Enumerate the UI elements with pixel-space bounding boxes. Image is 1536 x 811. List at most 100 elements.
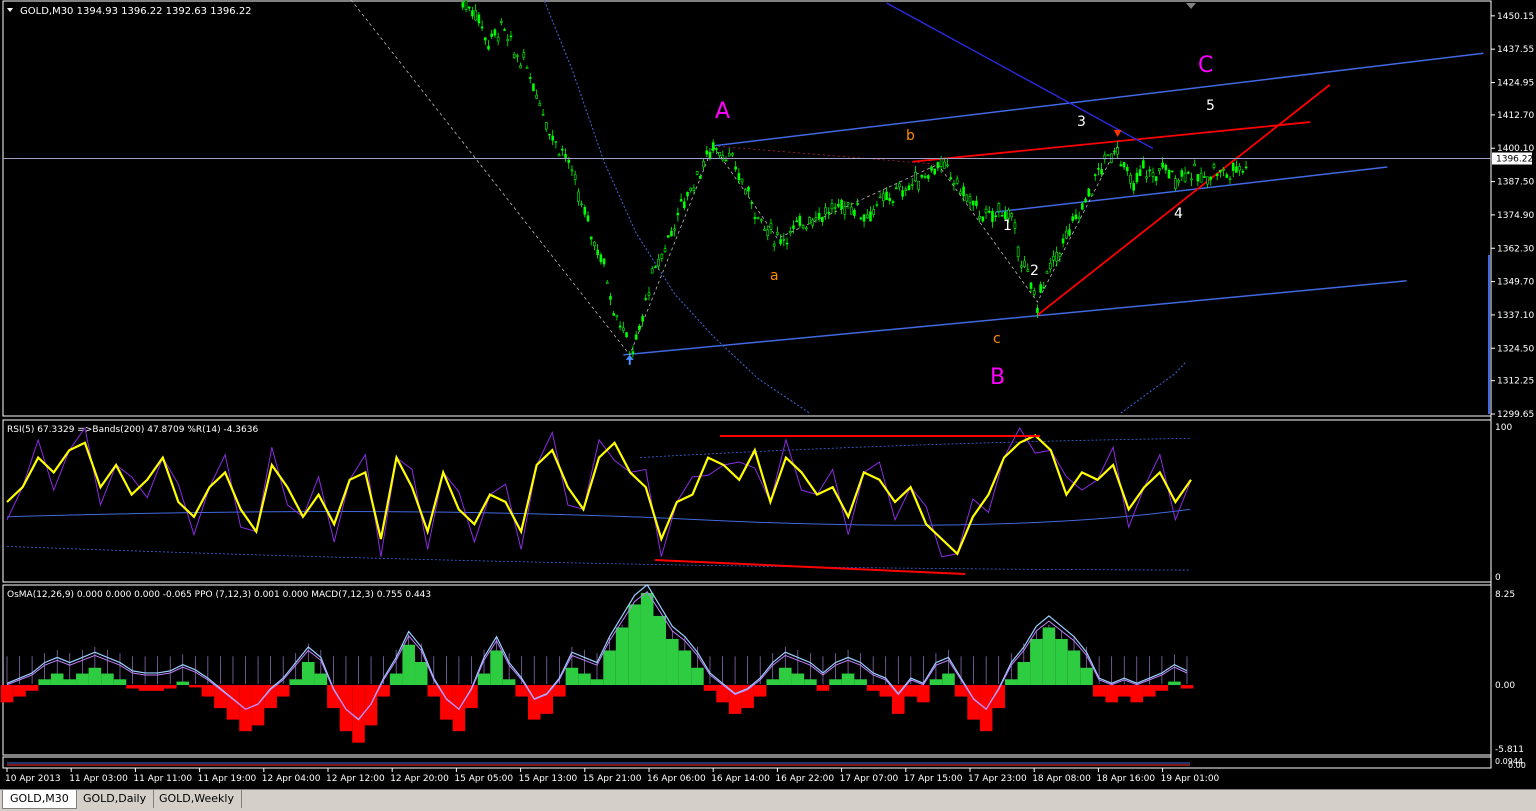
osma-bar	[1155, 685, 1169, 691]
candle-body	[1154, 176, 1158, 182]
chart-tab-bar: GOLD,M30 GOLD,Daily GOLD,Weekly	[0, 789, 1536, 811]
osma-bar	[653, 615, 667, 686]
osma-bar	[678, 650, 692, 686]
osma-bar	[88, 667, 102, 686]
wave-zigzag	[350, 0, 1119, 356]
candle-body	[1244, 166, 1248, 169]
candle-body	[837, 203, 840, 207]
scroll-marker-icon[interactable]	[1186, 3, 1196, 9]
candle-body	[721, 154, 725, 161]
candle-body	[869, 211, 872, 222]
candle-body	[670, 230, 673, 237]
candle-body	[878, 196, 882, 199]
candle-body	[612, 313, 615, 316]
candle-body	[1016, 246, 1020, 257]
candle-body	[1026, 269, 1030, 272]
osma-bar	[0, 685, 14, 703]
candle-body	[715, 148, 718, 150]
candle-body	[840, 199, 843, 210]
osma-bar	[666, 638, 679, 686]
candle-body	[846, 202, 850, 205]
candle-body	[589, 236, 593, 240]
osma-bar	[879, 685, 892, 697]
wave-label-B: B	[990, 365, 1005, 390]
candle-body	[1190, 178, 1193, 181]
candle-body	[1042, 286, 1046, 289]
candle-body	[808, 217, 811, 224]
price-tick-label: 1349.70	[1497, 278, 1534, 288]
candle-body	[824, 207, 827, 215]
osma-bar	[929, 679, 943, 686]
candle-body	[695, 171, 699, 175]
channel-lower-line	[623, 280, 1407, 356]
candle-body	[959, 191, 962, 195]
candle-body	[1164, 164, 1168, 171]
candle-body	[981, 216, 985, 222]
candle-body	[1142, 160, 1145, 169]
wave-label-b: b	[906, 128, 915, 144]
candle-body	[782, 238, 786, 241]
candle-body	[1225, 174, 1229, 178]
candle-body	[516, 55, 519, 57]
osma-bar	[804, 679, 817, 686]
osma-bar	[866, 685, 880, 691]
candle-body	[644, 298, 648, 300]
candle-body	[1122, 162, 1126, 168]
osma-bar	[1117, 685, 1131, 697]
tab-gold-m30[interactable]: GOLD,M30	[2, 790, 77, 809]
osma-bar	[126, 685, 139, 689]
candle-body	[1106, 154, 1110, 157]
candle-body	[946, 164, 949, 167]
wave-label-w5: 5	[1206, 98, 1215, 114]
main-pane-menu-icon[interactable]	[7, 8, 13, 12]
candle-body	[1023, 260, 1026, 267]
osma-bar	[1130, 685, 1144, 703]
osma-bar	[402, 644, 415, 686]
candle-body	[1007, 209, 1010, 219]
candle-body	[602, 258, 606, 265]
candle-body	[965, 194, 969, 202]
osma-bar	[1055, 638, 1068, 686]
candle-body	[1199, 172, 1203, 183]
osma-bar	[917, 685, 930, 703]
time-tick-label: 18 Apr 16:00	[1096, 774, 1155, 784]
candle-body	[734, 166, 737, 170]
candle-body	[1087, 188, 1091, 197]
main-pane-title: GOLD,M30 1394.93 1396.22 1392.63 1396.22	[20, 6, 252, 17]
candle-body	[522, 52, 526, 58]
candle-body	[833, 207, 837, 209]
candle-body	[747, 186, 750, 192]
candle-body	[804, 227, 808, 230]
candle-body	[638, 325, 641, 331]
candle-body	[926, 175, 930, 179]
candle-body	[541, 113, 545, 116]
tab-gold-weekly[interactable]: GOLD,Weekly	[152, 790, 242, 808]
candle-body	[894, 187, 898, 190]
candle-body	[917, 180, 920, 190]
osma-bar	[703, 685, 717, 691]
candle-body	[622, 327, 625, 331]
candle-body	[933, 168, 936, 175]
envelope-curve-right	[1120, 362, 1186, 414]
candle-body	[1206, 176, 1209, 185]
osma-bar	[113, 679, 127, 686]
candle-body	[461, 2, 465, 8]
candle-body	[763, 228, 766, 231]
time-tick-label: 15 Apr 05:00	[454, 774, 513, 784]
osma-pane-title: OsMA(12,26,9) 0.000 0.000 0.000 -0.065 P…	[7, 590, 431, 600]
candle-body	[1158, 168, 1161, 171]
candle-body	[1065, 230, 1068, 239]
rsi-pane-border	[2, 419, 1492, 583]
rsi-band-low	[6, 546, 1191, 571]
tab-gold-daily[interactable]: GOLD,Daily	[76, 790, 155, 808]
candle-body	[554, 141, 558, 143]
candle-body	[1071, 216, 1075, 221]
candle-body	[769, 222, 773, 230]
candle-body	[1097, 168, 1100, 170]
candle-body	[496, 36, 500, 42]
osma-bar	[490, 650, 503, 686]
osma-bar	[942, 673, 955, 686]
osma-bar	[138, 685, 152, 691]
candle-body	[827, 211, 831, 214]
osma-bar	[691, 667, 704, 686]
